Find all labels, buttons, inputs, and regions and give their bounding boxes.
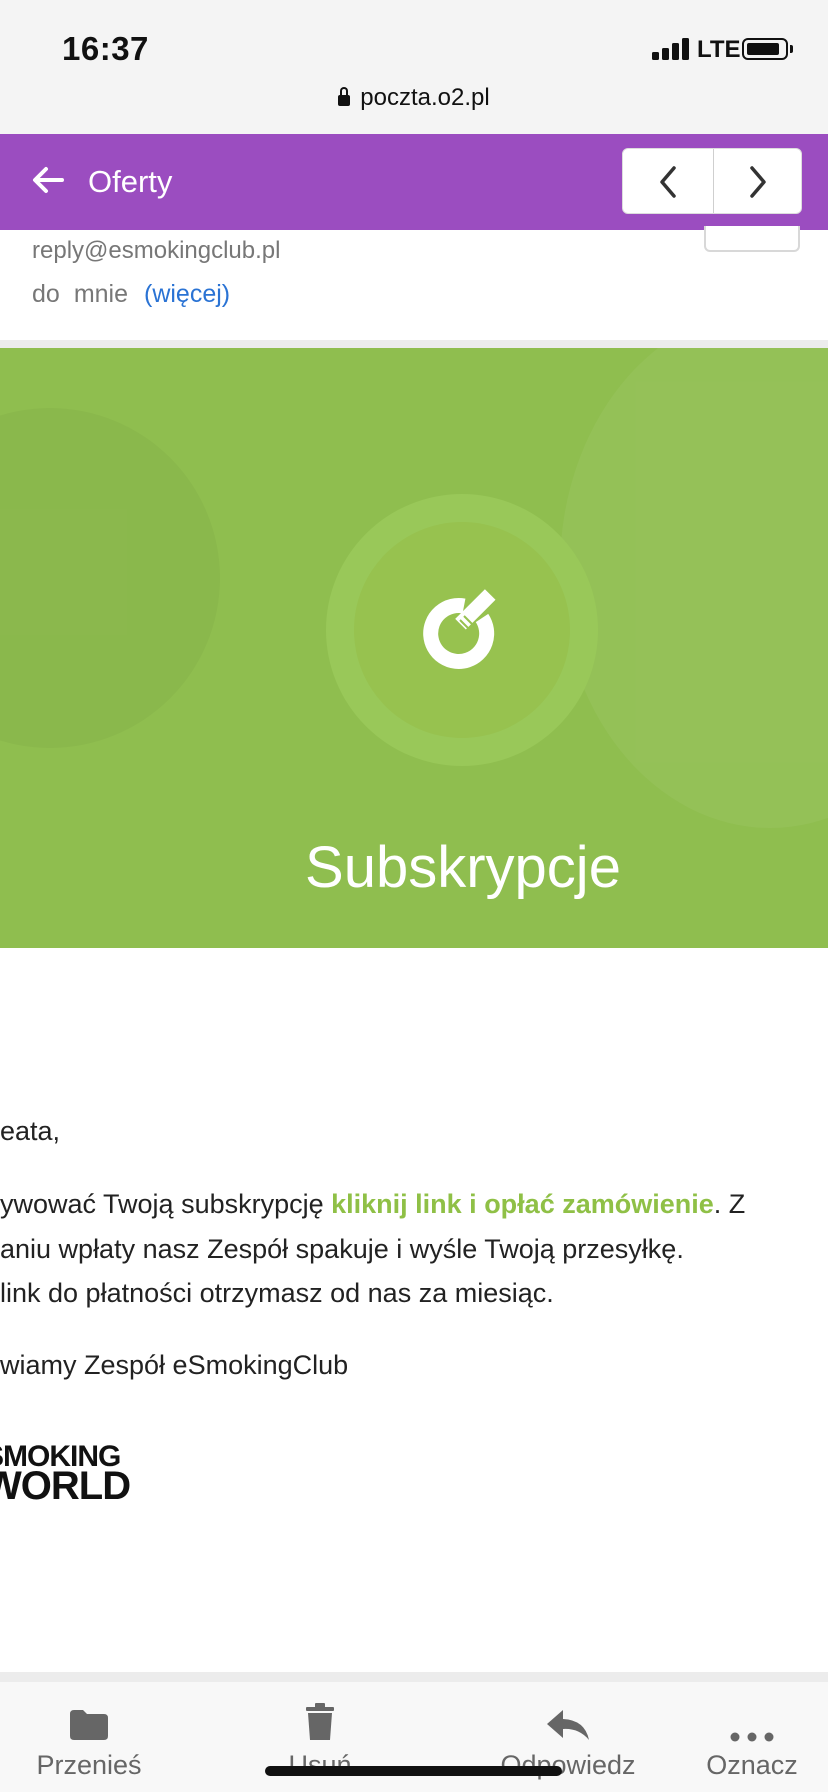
- move-button[interactable]: Przenieś: [30, 1682, 148, 1781]
- network-label: LTE: [697, 36, 741, 63]
- body-line-3: link do płatności otrzymasz od nas za mi…: [0, 1278, 554, 1308]
- brand-logo: SMOKING WORLD: [0, 1440, 131, 1508]
- more-details-link[interactable]: (więcej): [144, 280, 230, 308]
- body-line-2: aniu wpłaty nasz Zespół spakuje i wyśle …: [0, 1234, 684, 1264]
- move-label: Przenieś: [36, 1750, 142, 1780]
- partial-button[interactable]: [704, 226, 800, 252]
- url-text: poczta.o2.pl: [360, 84, 490, 111]
- status-time: 16:37: [62, 30, 149, 67]
- folder-icon: [70, 1710, 108, 1740]
- folder-title: Oferty: [88, 164, 173, 199]
- message-nav: [622, 148, 802, 214]
- back-arrow-icon[interactable]: [28, 160, 68, 200]
- body-line-1-start: ywować Twoją subskrypcję: [0, 1189, 332, 1219]
- signature: wiamy Zespół eSmokingClub: [0, 1350, 349, 1380]
- mark-button[interactable]: Oznacz: [700, 1682, 804, 1781]
- mail-header: Oferty: [0, 134, 828, 230]
- subscription-icon: [420, 586, 510, 676]
- hero-photo-overlay: [0, 408, 220, 748]
- body-line-1: ywować Twoją subskrypcję kliknij link i …: [0, 1189, 745, 1220]
- lock-icon: [338, 87, 351, 106]
- signal-icon: [652, 38, 690, 60]
- toolbar-divider: [0, 1672, 828, 1682]
- battery-tip: [790, 45, 793, 53]
- address-bar[interactable]: poczta.o2.pl: [0, 84, 828, 112]
- next-message-button[interactable]: [713, 149, 803, 215]
- recipient-value: mnie: [73, 280, 128, 308]
- chevron-right-icon: [750, 166, 766, 198]
- sender-address: reply@esmokingclub.pl: [32, 237, 281, 264]
- more-dots-icon: [730, 1732, 774, 1742]
- previous-message-button[interactable]: [623, 149, 713, 215]
- home-indicator: [265, 1766, 562, 1776]
- reply-icon: [547, 1710, 589, 1740]
- divider: [0, 340, 828, 348]
- recipient-prefix: do: [32, 280, 60, 308]
- recipient-line: do mnie (więcej): [32, 280, 230, 309]
- hero-title: Subskrypcje: [305, 835, 621, 900]
- trash-icon: [306, 1703, 334, 1740]
- body-line-1-end: . Z: [713, 1189, 746, 1219]
- greeting: eata,: [0, 1116, 61, 1146]
- battery-icon: [742, 38, 788, 60]
- payment-link[interactable]: kliknij link i opłać zamówienie: [331, 1189, 714, 1219]
- mark-label: Oznacz: [706, 1750, 798, 1780]
- hero-photo-overlay: [560, 348, 828, 828]
- chevron-left-icon: [660, 166, 676, 198]
- hero-banner: Subskrypcje: [0, 348, 828, 948]
